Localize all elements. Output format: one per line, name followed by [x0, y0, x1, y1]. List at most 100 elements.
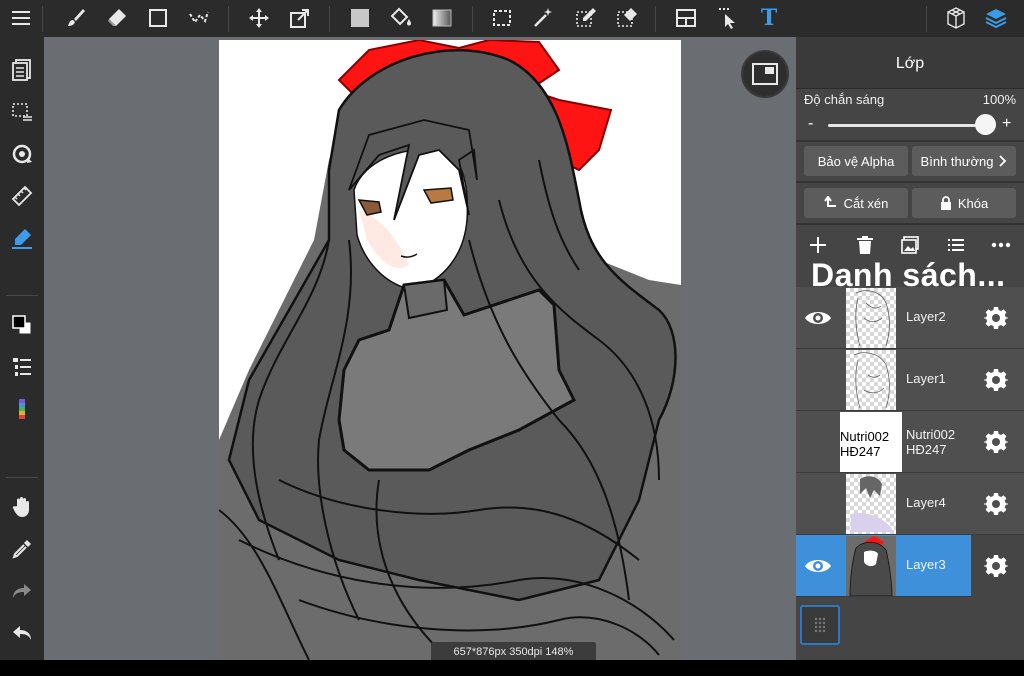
layer-row[interactable]: Layer4: [796, 473, 1024, 535]
eye-icon: [805, 560, 831, 572]
toolbar-divider: [472, 6, 473, 32]
bucket-icon[interactable]: [385, 3, 417, 33]
panel-divider: [796, 223, 1024, 225]
panel-divider: [796, 140, 1024, 142]
gear-icon[interactable]: [982, 428, 1010, 456]
shape-icon[interactable]: [142, 3, 174, 33]
eye-icon: [805, 312, 831, 324]
gear-icon[interactable]: [982, 366, 1010, 394]
sidebar-divider: [6, 295, 38, 296]
panel-title: Lớp: [796, 37, 1024, 89]
layers-icon[interactable]: [980, 3, 1012, 33]
reference-window-button[interactable]: [741, 50, 789, 98]
text-tool-label: T: [760, 5, 778, 31]
toolbar-divider: [655, 6, 656, 32]
pen-fill-icon[interactable]: [6, 222, 38, 254]
layer-row[interactable]: Layer1: [796, 349, 1024, 411]
layer-name: Nutri002 HĐ247: [906, 427, 956, 457]
layer-thumbnail: [846, 536, 896, 596]
delete-layer-icon[interactable]: [851, 233, 879, 257]
toolbar-divider: [926, 6, 927, 32]
color-palette-icon[interactable]: [6, 393, 38, 425]
rotate-icon[interactable]: [6, 138, 38, 170]
redo-icon[interactable]: [6, 575, 38, 607]
lock-button[interactable]: Khóa: [912, 188, 1016, 218]
chevron-right-icon: [999, 155, 1007, 167]
opacity-slider-track[interactable]: [828, 124, 988, 127]
layer-row-selected[interactable]: Layer3: [796, 535, 971, 597]
brush-icon[interactable]: [60, 3, 92, 33]
layer-list-icon[interactable]: [6, 351, 38, 383]
alpha-protect-button[interactable]: Bảo vệ Alpha: [804, 146, 908, 176]
lasso-icon[interactable]: [183, 3, 215, 33]
gear-icon[interactable]: [982, 552, 1010, 580]
move-icon[interactable]: [243, 3, 275, 33]
gradient-icon[interactable]: [426, 3, 458, 33]
bottom-bar: [0, 660, 1024, 676]
layer-name: Layer4: [906, 495, 946, 510]
clip-arrow-icon: [823, 196, 836, 207]
undo-icon[interactable]: [6, 617, 38, 649]
top-toolbar: T: [0, 0, 1024, 37]
magic-wand-icon[interactable]: [527, 3, 559, 33]
add-layer-icon[interactable]: [804, 233, 832, 257]
select-layer-icon[interactable]: [712, 3, 744, 33]
select-rect-icon[interactable]: [486, 3, 518, 33]
clipping-label: Cắt xén: [843, 195, 889, 211]
layer-name: Layer2: [906, 309, 946, 324]
image-layer-icon[interactable]: [896, 233, 924, 257]
layer-list-view-icon[interactable]: [942, 233, 970, 257]
lock-label: Khóa: [957, 195, 989, 211]
layer-name: Layer1: [906, 371, 946, 386]
text-icon[interactable]: T: [753, 3, 785, 33]
layer-thumbnail: [846, 350, 896, 410]
panel-divider: [796, 181, 1024, 183]
hand-icon[interactable]: [6, 491, 38, 523]
menu-icon[interactable]: [5, 3, 37, 33]
layer-thumbnail: Nutri002 HĐ247: [840, 412, 902, 472]
pages-icon[interactable]: [6, 54, 38, 86]
fill-color-icon[interactable]: [344, 3, 376, 33]
canvas-area[interactable]: 657*876px 350dpi 148%: [44, 37, 796, 662]
layout-icon[interactable]: [670, 3, 702, 33]
blend-mode-button[interactable]: Bình thường: [912, 146, 1016, 176]
ruler-icon[interactable]: [6, 180, 38, 212]
layer-row[interactable]: Layer2: [796, 287, 1024, 349]
selection-icon[interactable]: [6, 96, 38, 128]
select-eraser-icon[interactable]: [611, 3, 643, 33]
layer-thumbnail: [846, 474, 896, 534]
gear-icon[interactable]: [982, 304, 1010, 332]
layer-name: Layer3: [906, 557, 946, 572]
visibility-toggle[interactable]: [802, 551, 834, 581]
eraser-icon[interactable]: [101, 3, 133, 33]
select-pen-icon[interactable]: [570, 3, 602, 33]
grid-view-button[interactable]: [800, 605, 840, 645]
transform-icon[interactable]: [284, 3, 316, 33]
left-toolbar: [0, 37, 44, 660]
opacity-label: Độ chắn sáng: [804, 92, 885, 107]
visibility-toggle[interactable]: [802, 303, 834, 333]
eyedropper-icon[interactable]: [6, 533, 38, 565]
sidebar-divider: [6, 477, 38, 478]
layer-thumbnail: [846, 288, 896, 348]
opacity-slider-thumb[interactable]: [975, 114, 996, 135]
layer-row[interactable]: Nutri002 HĐ247 Nutri002 HĐ247: [796, 411, 1024, 473]
layers-panel: Lớp Độ chắn sáng 100% - + Bảo vệ Alpha B…: [796, 37, 1024, 660]
more-options-icon[interactable]: [987, 233, 1015, 257]
opacity-increase-button[interactable]: +: [1002, 115, 1011, 133]
opacity-value: 100%: [982, 92, 1016, 107]
opacity-decrease-button[interactable]: -: [808, 115, 813, 133]
clipping-button[interactable]: Cắt xén: [804, 188, 908, 218]
3d-icon[interactable]: [940, 3, 972, 33]
thumbnail-text: Nutri002 HĐ247: [840, 429, 890, 459]
lock-icon: [940, 196, 951, 210]
canvas-status-bar: 657*876px 350dpi 148%: [431, 642, 596, 662]
gear-icon[interactable]: [982, 490, 1010, 518]
window-icon: [752, 63, 778, 85]
toolbar-divider: [329, 6, 330, 32]
color-swatch-icon[interactable]: [6, 309, 38, 341]
toolbar-divider: [42, 6, 43, 32]
grid-dots-icon: [814, 617, 826, 633]
artwork-canvas[interactable]: [218, 38, 681, 661]
blend-mode-label: Bình thường: [920, 153, 994, 169]
